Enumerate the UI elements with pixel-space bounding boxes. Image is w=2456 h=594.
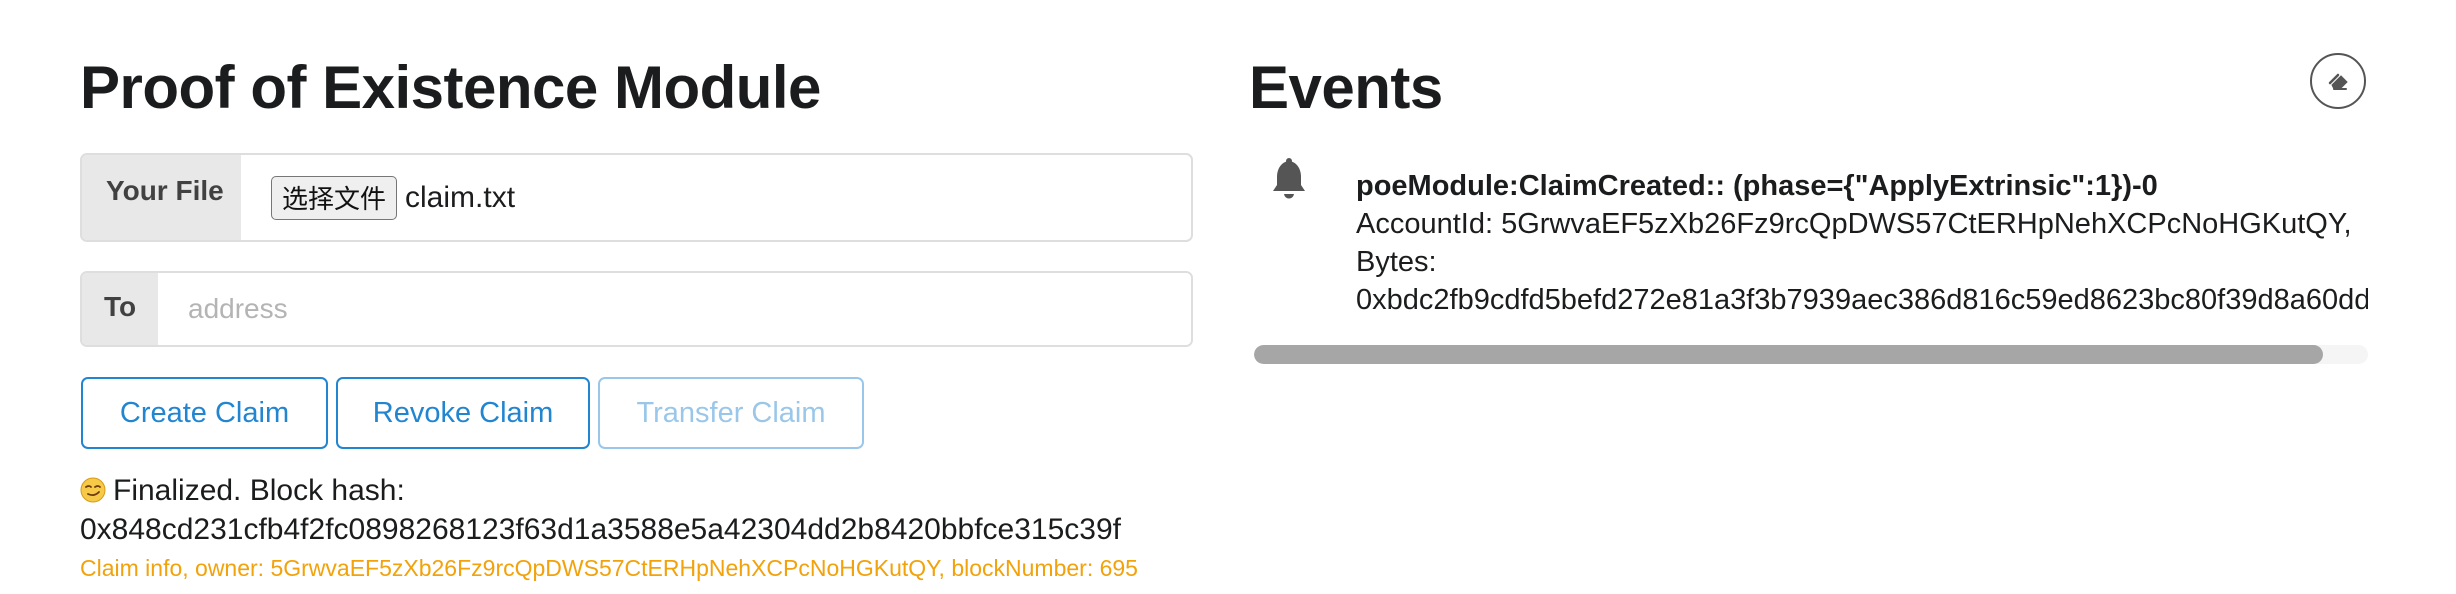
proof-of-existence-page: Proof of Existence Module Your File 选择文件… (0, 0, 2456, 594)
create-claim-button[interactable]: Create Claim (81, 377, 328, 449)
events-title: Events (1249, 54, 1443, 121)
claim-info-message: Claim info, owner: 5GrwvaEF5zXb26Fz9rcQp… (80, 555, 1138, 581)
choose-file-button[interactable]: 选择文件 (271, 175, 398, 220)
revoke-claim-button[interactable]: Revoke Claim (336, 377, 590, 449)
file-input-area[interactable]: 选择文件 claim.txt (241, 155, 1191, 240)
bell-icon (1269, 158, 1309, 204)
event-title: poeModule:ClaimCreated:: (phase={"ApplyE… (1356, 170, 2158, 202)
to-label: To (82, 273, 158, 345)
event-bytes-label: Bytes: (1356, 246, 1437, 278)
events-feed: poeModule:ClaimCreated:: (phase={"ApplyE… (1253, 158, 2368, 368)
event-description: AccountId: 5GrwvaEF5zXb26Fz9rcQpDWS57CtE… (1356, 205, 2368, 319)
events-horizontal-scrollbar-thumb[interactable] (1254, 345, 2324, 364)
event-account-id: AccountId: 5GrwvaEF5zXb26Fz9rcQpDWS57CtE… (1356, 208, 2352, 240)
file-upload-field: Your File 选择文件 claim.txt (80, 153, 1193, 242)
address-input[interactable] (158, 273, 1191, 345)
selected-file-name: claim.txt (405, 180, 516, 214)
status-text: Finalized. Block hash: (113, 474, 405, 507)
events-horizontal-scrollbar-track[interactable] (1254, 345, 2368, 364)
clear-events-button[interactable] (2310, 53, 2366, 109)
to-address-field: To (80, 271, 1193, 347)
smirking-face-emoji-icon (80, 475, 106, 503)
event-bytes-value: 0xbdc2fb9cdfd5befd272e81a3f3b7939aec386d… (1356, 284, 2368, 316)
your-file-label: Your File (82, 155, 241, 240)
transfer-claim-button: Transfer Claim (598, 377, 864, 449)
block-hash-value: 0x848cd231cfb4f2fc0898268123f63d1a3588e5… (80, 513, 1121, 546)
proof-of-existence-title: Proof of Existence Module (80, 54, 821, 121)
eraser-icon (2323, 65, 2353, 98)
transaction-status: Finalized. Block hash: (80, 472, 405, 510)
